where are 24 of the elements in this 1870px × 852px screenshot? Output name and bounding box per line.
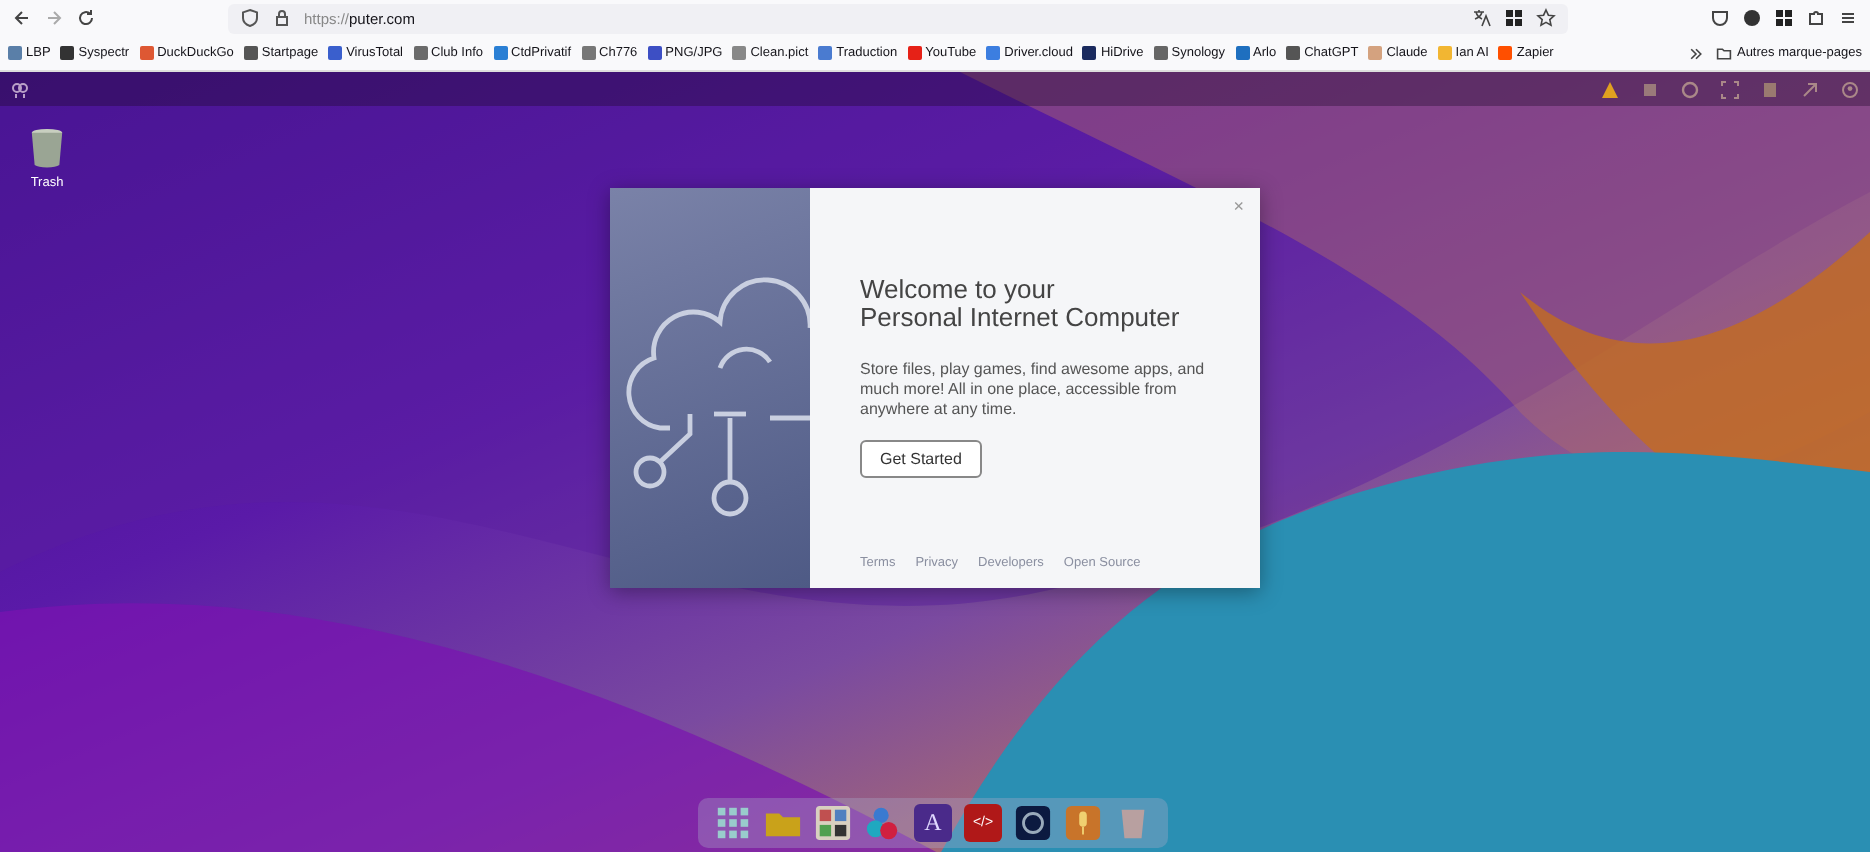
dialog-title: Welcome to your Personal Internet Computer — [860, 276, 1182, 332]
dialog-description: Store files, play games, find awesome apps, and much more! All in one place, accessible from anywhere at any time. — [860, 360, 1207, 420]
puzzle-icon[interactable] — [1806, 8, 1826, 28]
get-started-button[interactable]: Get Started — [860, 440, 982, 478]
trash-can-icon[interactable] — [28, 126, 66, 170]
star-icon[interactable] — [1535, 8, 1556, 28]
extensions-grid-icon[interactable] — [1774, 8, 1794, 28]
share-icon[interactable] — [1800, 79, 1820, 99]
lock-icon — [272, 8, 292, 28]
reload-icon[interactable] — [76, 8, 96, 28]
grid-icon[interactable] — [1503, 8, 1524, 28]
app-letter-tile[interactable]: A — [914, 804, 952, 842]
profile-icon[interactable] — [1742, 8, 1762, 28]
shield-icon[interactable] — [240, 8, 260, 28]
folder-icon — [1716, 45, 1733, 61]
fullscreen-icon[interactable] — [1720, 79, 1740, 99]
menu-icon[interactable] — [1838, 8, 1858, 28]
warning-icon[interactable] — [1600, 79, 1620, 99]
more-bookmarks-icon[interactable] — [1688, 45, 1705, 61]
translate-icon[interactable] — [1471, 8, 1492, 28]
user-icon[interactable] — [1840, 79, 1860, 99]
logo-icon[interactable] — [10, 79, 30, 99]
back-icon[interactable] — [12, 8, 32, 28]
pocket-icon[interactable] — [1710, 8, 1730, 28]
